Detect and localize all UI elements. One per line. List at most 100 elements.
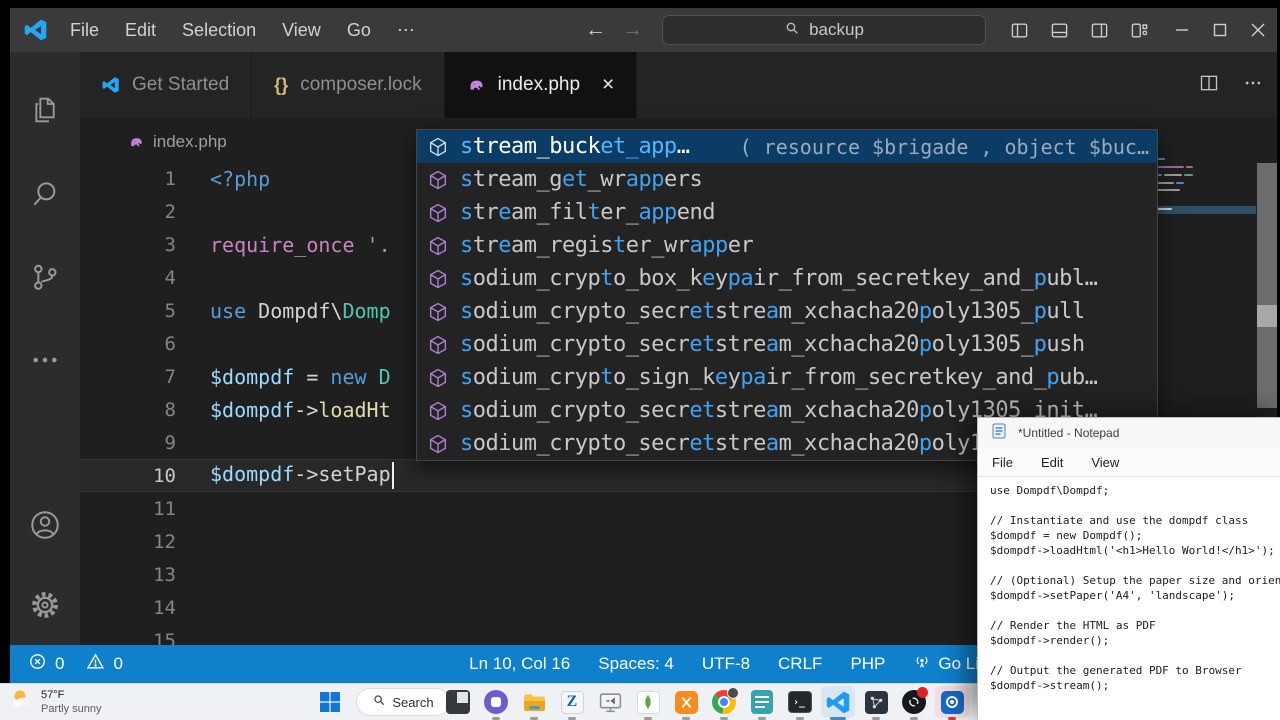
search-sidebar-icon[interactable] (27, 176, 63, 212)
tab-composer-lock[interactable]: {} composer.lock (252, 52, 444, 118)
taskbar-icon-chrome[interactable] (711, 689, 737, 715)
weather-widget[interactable]: 57°F Partly sunny (10, 687, 102, 716)
minimap[interactable] (1152, 156, 1256, 226)
status-problems[interactable]: 0 0 (28, 645, 123, 683)
taskbar-icon-screenshare-app[interactable] (597, 689, 623, 715)
function-symbol-icon (427, 235, 449, 257)
notepad-menu-edit[interactable]: Edit (1041, 455, 1063, 470)
taskbar-icon-desktop-app[interactable] (445, 689, 471, 715)
notepad-line (990, 603, 1280, 618)
php-elephant-icon (467, 77, 486, 93)
back-button[interactable]: ← (585, 18, 606, 42)
settings-gear-icon[interactable] (27, 587, 63, 623)
taskbar-icon-file-explorer[interactable] (521, 689, 547, 715)
search-value: backup (809, 20, 864, 40)
suggest-item-7[interactable]: sodium_crypto_sign_keypair_from_secretke… (417, 361, 1157, 394)
status-language[interactable]: PHP (850, 654, 885, 674)
suggest-label: sodium_crypto_sign_keypair_from_secretke… (460, 365, 1097, 390)
status-eol[interactable]: CRLF (778, 654, 822, 674)
menu-item-edit[interactable]: Edit (125, 20, 156, 41)
split-editor-icon[interactable] (1199, 73, 1219, 98)
menu-item-view[interactable]: View (282, 20, 321, 41)
command-center-search[interactable]: backup (662, 15, 986, 45)
account-icon[interactable] (27, 507, 63, 543)
line-number: 1 (80, 168, 176, 190)
menu-item-[interactable]: ⋯ (397, 20, 415, 41)
taskbar-icon-obs[interactable] (901, 689, 927, 715)
minimize-button[interactable] (1175, 23, 1189, 37)
menubar: File Edit Selection View Go ⋯ (70, 8, 415, 52)
notepad-menu-view[interactable]: View (1091, 455, 1119, 470)
warnings-icon (86, 652, 105, 676)
toggle-panel-icon[interactable] (1050, 21, 1069, 40)
suggest-detail: ( resource $brigade , object $buc… (740, 135, 1149, 159)
taskbar-icon-z-app[interactable]: Z (559, 689, 585, 715)
close-button[interactable] (1251, 23, 1265, 37)
suggest-item-6[interactable]: sodium_crypto_secretstream_xchacha20poly… (417, 328, 1157, 361)
notepad-line (990, 558, 1280, 573)
line-number: 8 (80, 399, 176, 421)
taskbar-icon-terminal[interactable]: ›_ (787, 689, 813, 715)
line-number: 3 (80, 234, 176, 256)
php-elephant-icon (128, 135, 145, 149)
notepad-line: // Render the HTML as PDF (990, 618, 1280, 633)
suggest-item-3[interactable]: stream_register_wrapper (417, 229, 1157, 262)
start-button[interactable] (317, 689, 343, 715)
toggle-sidebar-icon[interactable] (1010, 21, 1029, 40)
taskbar-icon-loom-app[interactable] (483, 689, 509, 715)
suggest-item-4[interactable]: sodium_crypto_box_keypair_from_secretkey… (417, 262, 1157, 295)
frame-left (0, 0, 10, 683)
maximize-button[interactable] (1213, 23, 1227, 37)
more-views-icon[interactable] (27, 342, 63, 378)
function-symbol-icon (427, 136, 449, 158)
menu-item-selection[interactable]: Selection (182, 20, 256, 41)
suggest-label: sodium_crypto_secretstream_xchacha20poly… (460, 431, 983, 456)
breadcrumb[interactable]: index.php (128, 132, 227, 152)
suggest-label: sodium_crypto_secretstream_xchacha20poly… (460, 299, 1085, 324)
titlebar: File Edit Selection View Go ⋯ ← → backup (10, 8, 1277, 52)
notepad-titlebar[interactable]: *Untitled - Notepad (978, 418, 1280, 448)
suggest-item-5[interactable]: sodium_crypto_secretstream_xchacha20poly… (417, 295, 1157, 328)
vscode-logo-icon (24, 18, 48, 42)
taskbar-icon-diagram-app[interactable] (863, 689, 889, 715)
status-right: Ln 10, Col 16 Spaces: 4 UTF-8 CRLF PHP G… (469, 645, 997, 683)
notepad-line (990, 498, 1280, 513)
line-number: 4 (80, 267, 176, 289)
notepad-menu-file[interactable]: File (992, 455, 1013, 470)
tab-get-started[interactable]: Get Started (80, 52, 252, 118)
line-number: 10 (80, 465, 176, 487)
notepad-line: $dompdf->loadHtml('<h1>Hello World!</h1>… (990, 543, 1280, 558)
more-actions-icon[interactable] (1243, 73, 1263, 98)
menu-item-file[interactable]: File (70, 20, 99, 41)
taskbar-icon-recorder[interactable] (939, 689, 965, 715)
toggle-secondary-sidebar-icon[interactable] (1090, 21, 1109, 40)
editor-scrollbar[interactable] (1257, 163, 1277, 408)
source-control-icon[interactable] (27, 259, 63, 295)
status-encoding[interactable]: UTF-8 (702, 654, 750, 674)
activity-bar (10, 52, 80, 645)
suggest-item-2[interactable]: stream_filter_append (417, 196, 1157, 229)
notepad-line: use Dompdf\Dompdf; (990, 483, 1280, 498)
scrollbar-slider[interactable] (1257, 305, 1277, 327)
taskbar-icon-xampp[interactable] (673, 689, 699, 715)
breadcrumb-file: index.php (153, 132, 227, 152)
json-icon: {} (274, 75, 288, 96)
notepad-text-area[interactable]: use Dompdf\Dompdf; // Instantiate and us… (978, 477, 1280, 719)
explorer-icon[interactable] (27, 92, 63, 128)
taskbar-search[interactable]: Search (356, 688, 450, 716)
suggest-item-0[interactable]: stream_bucket_app…( resource $brigade , … (417, 130, 1157, 163)
notepad-menubar: File Edit View (978, 448, 1280, 477)
taskbar-icon-vscode[interactable] (825, 689, 851, 715)
taskbar-icon-mongodb[interactable] (635, 689, 661, 715)
suggest-item-1[interactable]: stream_get_wrappers (417, 163, 1157, 196)
status-cursor-position[interactable]: Ln 10, Col 16 (469, 654, 570, 674)
menu-item-go[interactable]: Go (347, 20, 371, 41)
tab-close-icon[interactable]: × (602, 73, 614, 97)
forward-button[interactable]: → (622, 18, 643, 42)
taskbar-icon-notepad-app[interactable] (749, 689, 775, 715)
suggest-label: sodium_crypto_box_keypair_from_secretkey… (460, 266, 1097, 291)
tab-index-php[interactable]: index.php × (445, 52, 638, 118)
line-number: 2 (80, 201, 176, 223)
status-indentation[interactable]: Spaces: 4 (598, 654, 674, 674)
customize-layout-icon[interactable] (1130, 21, 1149, 40)
